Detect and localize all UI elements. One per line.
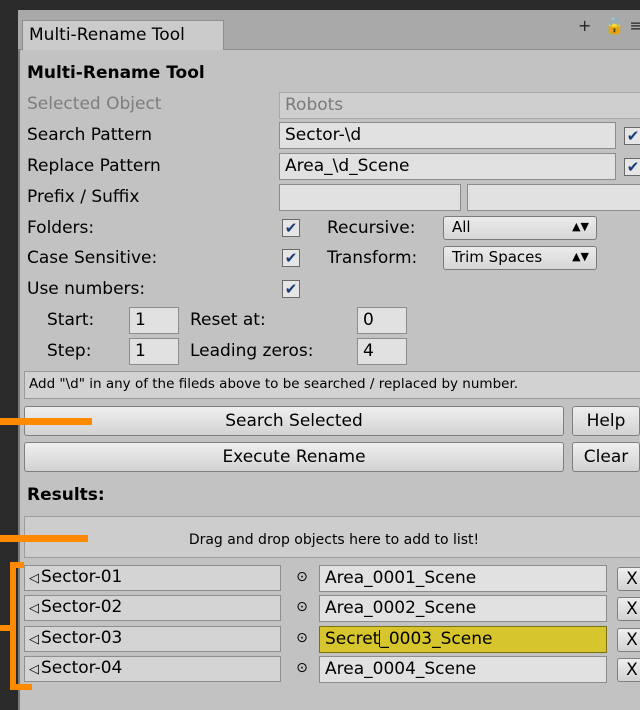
- reset-at-input[interactable]: 0: [357, 307, 407, 334]
- dropdown-arrow-icon: ▲▼: [572, 220, 589, 233]
- execute-rename-button[interactable]: Execute Rename: [24, 442, 564, 472]
- remove-row-button[interactable]: X: [617, 597, 640, 621]
- source-object-name: Sector-02: [41, 597, 123, 617]
- remove-row-button[interactable]: X: [617, 658, 640, 682]
- target-name-input[interactable]: Area_0001_Scene: [319, 565, 607, 592]
- annotation-bracket: [0, 625, 12, 631]
- prefix-suffix-label: Prefix / Suffix: [27, 187, 140, 207]
- start-label: Start:: [47, 310, 95, 330]
- dropdown-arrow-icon: ▲▼: [572, 250, 589, 263]
- menu-icon[interactable]: ≡: [630, 16, 640, 35]
- annotation-bracket: [10, 562, 24, 568]
- help-note: Add "\d" in any of the fileds above to b…: [24, 371, 640, 399]
- search-pattern-checkbox[interactable]: ✔: [624, 127, 640, 145]
- arrow-link-icon: ⊙: [296, 630, 308, 646]
- arrow-link-icon: ⊙: [296, 599, 308, 615]
- lock-icon[interactable]: 🔒: [605, 16, 625, 35]
- replace-pattern-input[interactable]: Area_\d_Scene: [279, 153, 616, 180]
- annotation-bracket: [10, 684, 32, 690]
- search-selected-button[interactable]: Search Selected: [24, 406, 564, 436]
- replace-pattern-label: Replace Pattern: [27, 156, 161, 176]
- step-input[interactable]: 1: [129, 338, 179, 365]
- remove-row-button[interactable]: X: [617, 628, 640, 652]
- source-object-name: Sector-03: [41, 628, 123, 648]
- results-title: Results:: [27, 485, 105, 505]
- tab-controls: + 🔒 ≡: [578, 16, 640, 46]
- scene-asset-icon: ◁: [29, 662, 39, 677]
- source-object-field[interactable]: ◁ Sector-04: [24, 656, 281, 682]
- leading-zeros-label: Leading zeros:: [190, 341, 314, 361]
- target-name-input-highlighted[interactable]: Secret_0003_Scene: [319, 626, 607, 653]
- drop-zone[interactable]: Drag and drop objects here to add to lis…: [24, 516, 640, 558]
- recursive-label: Recursive:: [327, 218, 416, 238]
- step-label: Step:: [47, 341, 92, 361]
- scene-asset-icon: ◁: [29, 632, 39, 647]
- panel-title: Multi-Rename Tool: [27, 63, 205, 83]
- use-numbers-label: Use numbers:: [27, 279, 146, 299]
- case-sensitive-label: Case Sensitive:: [27, 248, 158, 268]
- source-object-field[interactable]: ◁ Sector-02: [24, 595, 281, 621]
- arrow-link-icon: ⊙: [296, 569, 308, 585]
- target-name-part: Secret: [325, 629, 380, 649]
- recursive-dropdown-value: All: [452, 218, 471, 236]
- annotation-marker: [0, 418, 92, 425]
- transform-dropdown-value: Trim Spaces: [452, 248, 543, 266]
- help-button[interactable]: Help: [572, 406, 640, 436]
- case-sensitive-checkbox[interactable]: ✔: [282, 249, 300, 267]
- scene-asset-icon: ◁: [29, 571, 39, 586]
- search-pattern-label: Search Pattern: [27, 125, 152, 145]
- selected-object-label: Selected Object: [27, 94, 162, 114]
- add-tab-icon[interactable]: +: [578, 16, 591, 35]
- folders-checkbox[interactable]: ✔: [282, 219, 300, 237]
- annotation-marker: [0, 535, 88, 542]
- leading-zeros-input[interactable]: 4: [357, 338, 407, 365]
- start-input[interactable]: 1: [129, 307, 179, 334]
- recursive-dropdown[interactable]: All ▲▼: [443, 216, 597, 240]
- arrow-link-icon: ⊙: [296, 660, 308, 676]
- selected-object-field: Robots: [279, 92, 640, 119]
- suffix-input[interactable]: [467, 184, 640, 211]
- reset-at-label: Reset at:: [190, 310, 266, 330]
- prefix-input[interactable]: [279, 184, 461, 211]
- transform-label: Transform:: [327, 248, 418, 268]
- target-name-input[interactable]: Area_0002_Scene: [319, 595, 607, 622]
- source-object-field[interactable]: ◁ Sector-03: [24, 626, 281, 652]
- source-object-field[interactable]: ◁ Sector-01: [24, 565, 281, 591]
- transform-dropdown[interactable]: Trim Spaces ▲▼: [443, 246, 597, 270]
- source-object-name: Sector-01: [41, 567, 123, 587]
- replace-pattern-checkbox[interactable]: ✔: [624, 158, 640, 176]
- source-object-name: Sector-04: [41, 658, 123, 678]
- search-pattern-input[interactable]: Sector-\d: [279, 122, 616, 149]
- folders-label: Folders:: [27, 218, 95, 238]
- use-numbers-checkbox[interactable]: ✔: [282, 280, 300, 298]
- target-name-part: _0003_Scene: [380, 629, 493, 649]
- target-name-input[interactable]: Area_0004_Scene: [319, 656, 607, 683]
- remove-row-button[interactable]: X: [617, 567, 640, 591]
- tab-multi-rename-tool[interactable]: Multi-Rename Tool: [22, 20, 224, 50]
- scene-asset-icon: ◁: [29, 601, 39, 616]
- clear-button[interactable]: Clear: [572, 442, 640, 472]
